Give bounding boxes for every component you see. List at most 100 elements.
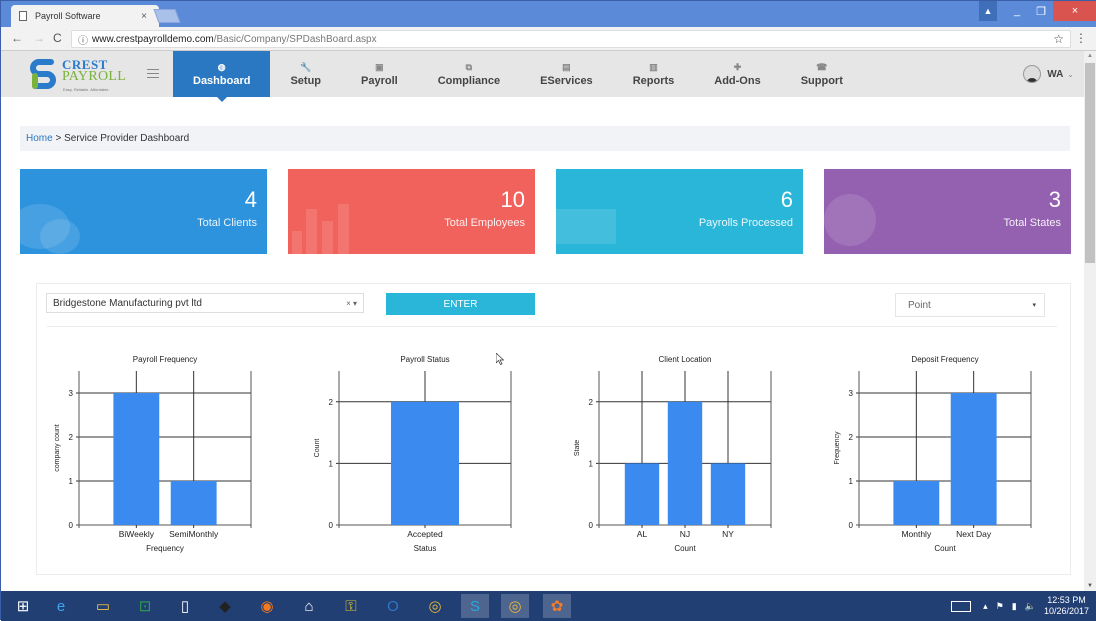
stat-card-total-states[interactable]: 3 Total States <box>824 169 1071 254</box>
tab-close-icon[interactable]: × <box>141 11 147 22</box>
document-icon: ▤ <box>562 61 571 72</box>
taskbar-skype-icon[interactable]: S <box>461 594 489 618</box>
y-tick-label: 1 <box>329 459 334 468</box>
flag-icon[interactable]: ⚑ <box>996 601 1004 612</box>
vertical-scrollbar[interactable]: ▲ ▼ <box>1084 51 1096 591</box>
taskbar-home-icon[interactable]: ⌂ <box>295 594 323 618</box>
url-path: /Basic/Company/SPDashBoard.aspx <box>213 33 377 45</box>
y-tick-label: 2 <box>69 433 74 442</box>
nav-add-ons[interactable]: ✚ Add-Ons <box>694 51 780 97</box>
crest-payroll-logo[interactable]: CREST PAYROLL Easy. Reliable. Affordable… <box>29 55 129 93</box>
bar-next-day <box>950 393 997 525</box>
bar-chart-icon <box>292 231 302 254</box>
nav-compliance[interactable]: ⧉ Compliance <box>418 51 520 97</box>
nav-eservices[interactable]: ▤ EServices <box>520 51 613 97</box>
avatar <box>1023 65 1042 83</box>
taskbar-store-icon[interactable]: ⊡ <box>131 594 159 618</box>
company-select[interactable]: Bridgestone Manufacturing pvt ltd × ▾ <box>46 293 364 313</box>
y-tick-label: 2 <box>329 398 334 407</box>
browser-window: Payroll Software × ▲ _ ❐ × ← → C ⓘ www.c… <box>0 0 1096 621</box>
taskbar-firefox-icon[interactable]: ◉ <box>253 594 281 618</box>
stat-card-total-employees[interactable]: 10 Total Employees <box>288 169 535 254</box>
x-tick-label: Accepted <box>407 529 443 539</box>
dashboard-icon: ◍ <box>217 61 226 72</box>
hamburger-menu-icon[interactable] <box>147 69 159 78</box>
nav-setup[interactable]: 🔧 Setup <box>270 51 341 97</box>
logo-text-payroll: PAYROLL <box>62 69 127 84</box>
chevron-down-icon: ▾ <box>1032 302 1036 309</box>
wrench-icon: 🔧 <box>300 61 312 72</box>
keyboard-icon[interactable] <box>951 600 972 612</box>
scroll-up-icon[interactable]: ▲ <box>1087 53 1093 59</box>
bar-chart-icon <box>322 221 333 254</box>
maximize-button[interactable]: ❐ <box>1029 1 1053 21</box>
y-axis-label: State <box>574 440 581 456</box>
bar-nj <box>667 401 703 525</box>
new-tab-button[interactable] <box>153 9 181 23</box>
stat-value: 3 <box>1048 187 1061 212</box>
x-tick-label: SemiMonthly <box>169 529 219 539</box>
url-input[interactable]: ⓘ www.crestpayrolldemo.com/Basic/Company… <box>71 30 1071 48</box>
battery-icon[interactable]: ▮ <box>1012 601 1017 612</box>
x-tick-label: Monthly <box>901 529 932 539</box>
x-tick-label: Next Day <box>956 529 992 539</box>
y-tick-label: 3 <box>849 389 854 398</box>
taskbar-start-icon[interactable]: ⊞ <box>9 594 37 618</box>
stat-card-total-clients[interactable]: 4 Total Clients <box>20 169 267 254</box>
chart-svg: Payroll Frequency 0 1 2 3 BiWeekly SemiMonthly… <box>54 355 252 553</box>
stat-label: Total Employees <box>444 217 525 229</box>
nav-payroll[interactable]: ▣ Payroll <box>341 51 418 97</box>
taskbar-file-explorer-icon[interactable]: ▭ <box>89 594 117 618</box>
info-icon[interactable]: ⓘ <box>78 32 88 47</box>
logo-mark-icon <box>30 59 56 89</box>
taskbar-chrome-icon[interactable]: ◎ <box>421 594 449 618</box>
show-hidden-icons[interactable]: ▴ <box>983 601 988 612</box>
taskbar-app-dark-icon[interactable]: ◆ <box>211 594 239 618</box>
nav-label: Dashboard <box>193 74 251 87</box>
taskbar-document-icon[interactable]: ▯ <box>171 594 199 618</box>
forward-icon[interactable]: → <box>33 31 45 45</box>
nav-support[interactable]: ☎ Support <box>781 51 863 97</box>
bar-semimonthly <box>170 481 217 525</box>
bar-chart-icon <box>338 204 349 254</box>
clock[interactable]: 12:53 PM 10/26/2017 <box>1044 595 1089 617</box>
scrollbar-thumb[interactable] <box>1085 63 1095 263</box>
back-icon[interactable]: ← <box>11 31 23 45</box>
user-menu[interactable]: WA ⌄ <box>1023 65 1074 83</box>
nav-label: Payroll <box>361 74 398 87</box>
x-axis-label: Count <box>934 544 956 553</box>
browser-menu-icon[interactable]: ⋮ <box>1075 31 1087 45</box>
minimize-button[interactable]: _ <box>1005 1 1029 21</box>
close-window-button[interactable]: × <box>1053 1 1096 21</box>
taskbar-outlook-icon[interactable]: O <box>379 594 407 618</box>
clear-icon[interactable]: × <box>346 299 351 308</box>
bookmark-star-icon[interactable]: ☆ <box>1053 32 1064 46</box>
bar-ny <box>710 463 746 525</box>
taskbar-flower-app-icon[interactable]: ✿ <box>543 594 571 618</box>
chevron-down-icon[interactable]: ▾ <box>353 299 357 308</box>
taskbar-lock-app-icon[interactable]: ⚿ <box>337 594 365 618</box>
chart-svg: Deposit Frequency 0 1 2 3 Monthly Next DayCoun… <box>834 355 1032 553</box>
nav-reports[interactable]: ▥ Reports <box>613 51 695 97</box>
breadcrumb-current: Service Provider Dashboard <box>64 133 190 144</box>
reload-icon[interactable]: C <box>53 31 62 45</box>
stat-value: 10 <box>500 187 525 212</box>
taskbar-internet-explorer-icon[interactable]: e <box>47 594 75 618</box>
taskbar-chrome-active-icon[interactable]: ◎ <box>501 594 529 618</box>
clock-date: 10/26/2017 <box>1043 606 1089 616</box>
browser-tab[interactable]: Payroll Software × <box>11 5 159 27</box>
volume-icon[interactable]: 🔈 <box>1025 601 1036 612</box>
nav-dashboard[interactable]: ◍ Dashboard <box>173 51 271 102</box>
system-tray: ▴ ⚑ ▮ 🔈 12:53 PM 10/26/2017 <box>951 595 1089 617</box>
chart-title: Payroll Status <box>400 355 449 364</box>
x-tick-label: NJ <box>680 529 690 539</box>
scroll-down-icon[interactable]: ▼ <box>1087 583 1093 589</box>
breadcrumb-home-link[interactable]: Home <box>26 133 53 144</box>
company-select-value: Bridgestone Manufacturing pvt ltd <box>53 297 202 309</box>
x-axis-label: Frequency <box>146 544 184 553</box>
enter-button[interactable]: ENTER <box>386 293 535 315</box>
mouse-cursor-icon <box>496 353 504 365</box>
chart-type-select[interactable]: Point ▾ <box>895 293 1045 317</box>
profile-icon[interactable]: ▲ <box>979 1 997 21</box>
stat-card-payrolls-processed[interactable]: 6 Payrolls Processed <box>556 169 803 254</box>
